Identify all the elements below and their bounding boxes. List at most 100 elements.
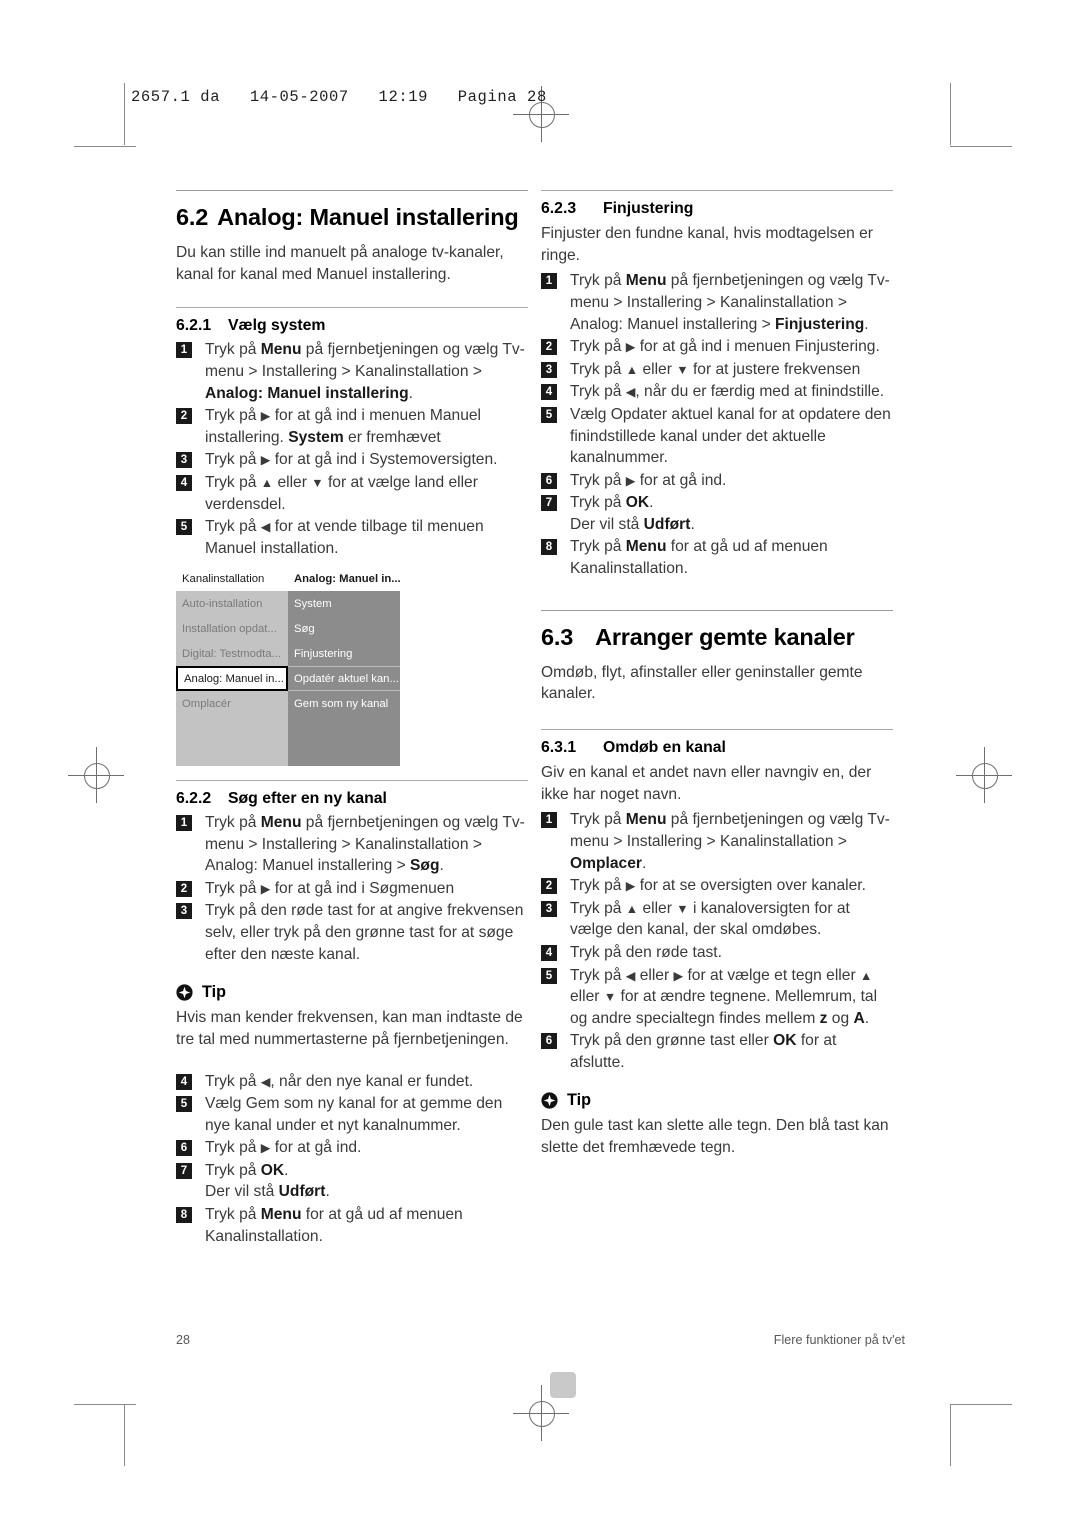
print-slug-line: 2657.1 da 14-05-2007 12:19 Pagina 28 [131, 88, 547, 106]
steps-6-2-2-a: 1 Tryk på Menu på fjernbetjeningen og væl… [176, 812, 528, 965]
step-number-badge: 4 [176, 474, 192, 491]
step-text: Tryk på OK. Der vil stå Udført. [205, 1161, 330, 1201]
step-item: 1 Tryk på Menu på fjernbetjeningen og væl… [541, 809, 893, 874]
tv-menu-right-item[interactable]: Finjustering [288, 641, 400, 666]
crop-mark-bottom-left-horizontal [74, 1404, 136, 1405]
step-number-badge: 3 [541, 900, 557, 917]
subsection-title: Vælg system [228, 317, 326, 335]
tip-icon [541, 1092, 558, 1110]
tv-menu-header-left: Kanalinstallation [176, 566, 288, 591]
step-text: Tryk på ▶ for at se oversigten over kana… [570, 877, 866, 895]
step-item: 6 Tryk på den grønne tast eller OK for at… [541, 1030, 893, 1073]
step-text: Tryk på ▶ for at gå ind i Systemoversigt… [205, 451, 498, 469]
footer-running-title: Flere funktioner på tv'et [773, 1333, 905, 1347]
tv-menu-right-item[interactable]: Søg [288, 616, 400, 641]
registration-mark-right [956, 747, 1012, 803]
tv-menu-left-item[interactable]: Auto-installation [176, 591, 288, 616]
tv-menu-left-item[interactable]: Digital: Testmodta... [176, 641, 288, 666]
step-item: 1 Tryk på Menu på fjernbetjeningen og væl… [541, 270, 893, 335]
tv-menu-right-item[interactable] [288, 741, 400, 766]
step-item: 2 Tryk på ▶ for at gå ind i menuen Finjus… [541, 336, 893, 358]
left-column-lower: 6.2.2 Søg efter en ny kanal 1 Tryk på Menu… [176, 780, 528, 1247]
step-text: Tryk på Menu på fjernbetjeningen og vælg… [205, 341, 525, 402]
step-text: Tryk på Menu for at gå ud af menuen Kana… [570, 538, 828, 578]
tv-menu-row: Analog: Manuel in... Opdatér aktuel kan..… [176, 666, 400, 691]
crop-mark-bottom-left-vertical [124, 1404, 125, 1466]
step-item: 6 Tryk på ▶ for at gå ind. [541, 470, 893, 492]
step-text: Tryk på den røde tast for at angive frek… [205, 902, 524, 963]
step-number-badge: 5 [176, 519, 192, 536]
tip-text-6-2-2: Hvis man kender frekvensen, kan man indt… [176, 1009, 523, 1048]
tip-header-6-3-1: Tip [541, 1091, 893, 1110]
step-number-badge: 3 [176, 452, 192, 469]
step-item: 4 Tryk på den røde tast. [541, 942, 893, 964]
step-item: 1 Tryk på Menu på fjernbetjeningen og væl… [176, 812, 528, 877]
tv-menu-left-item[interactable] [176, 716, 288, 741]
step-item: 5 Tryk på ◀ for at vende tilbage til menu… [176, 516, 528, 559]
step-text: Tryk på ▲ eller ▼ for at justere frekven… [570, 360, 861, 378]
step-text: Tryk på ▲ eller ▼ i kanaloversigten for … [570, 899, 850, 939]
step-number-badge: 4 [541, 384, 557, 401]
step-text: Tryk på ◀ eller ▶ for at vælge et tegn e… [570, 966, 878, 1027]
step-text: Tryk på ◀ for at vende tilbage til menue… [205, 518, 484, 557]
step-item: 2 Tryk på ▶ for at gå ind i menuen Manuel… [176, 405, 528, 448]
registration-mark-left [68, 747, 124, 803]
step-item: 8 Tryk på Menu for at gå ud af menuen Kan… [541, 536, 893, 579]
tv-menu-screenshot: Kanalinstallation Analog: Manuel in... A… [176, 566, 400, 766]
crop-mark-bottom-right-vertical [950, 1404, 951, 1466]
step-item: 4 Tryk på ◀, når du er færdig med at fini… [541, 381, 893, 403]
step-number-badge: 6 [541, 1033, 557, 1050]
subsection-rule-6-3-1 [541, 729, 893, 730]
subsection-intro-6-2-3: Finjuster den fundne kanal, hvis modtage… [541, 225, 873, 264]
step-item: 3 Tryk på ▶ for at gå ind i Systemoversig… [176, 449, 528, 471]
step-text: Tryk på ▲ eller ▼ for at vælge land elle… [205, 473, 478, 513]
step-item: 4 Tryk på ▲ eller ▼ for at vælge land ell… [176, 472, 528, 515]
tv-menu-right-item[interactable]: Gem som ny kanal [288, 691, 400, 716]
step-text: Tryk på OK. Der vil stå Udført. [570, 494, 695, 533]
section-title: Analog: Manuel installering [217, 204, 519, 230]
tip-text-6-3-1: Den gule tast kan slette alle tegn. Den … [541, 1117, 889, 1157]
step-text: Tryk på ▶ for at gå ind i Søgmenuen [205, 879, 455, 897]
tv-menu-selected-item[interactable]: Analog: Manuel in... [176, 666, 288, 691]
steps-6-3-1: 1 Tryk på Menu på fjernbetjeningen og væl… [541, 809, 893, 1073]
step-number-badge: 8 [541, 539, 557, 556]
section-intro-6-2: Du kan stille ind manuelt på analoge tv-… [176, 244, 504, 283]
right-column: 6.2.3 Finjustering Finjuster den fundne k… [541, 190, 893, 1159]
subsection-heading-6-2-2: 6.2.2 Søg efter en ny kanal [176, 790, 528, 808]
step-number-badge: 5 [541, 967, 557, 984]
step-text: Tryk på Menu på fjernbetjeningen og vælg… [570, 811, 890, 872]
steps-6-2-1: 1 Tryk på Menu på fjernbetjeningen og væl… [176, 339, 528, 559]
step-text: Vælg Gem som ny kanal for at gemme den n… [205, 1095, 503, 1134]
step-item: 5 Tryk på ◀ eller ▶ for at vælge et tegn … [541, 965, 893, 1030]
step-item: 3 Tryk på ▲ eller ▼ i kanaloversigten for… [541, 898, 893, 941]
step-number-badge: 1 [176, 815, 192, 831]
section-rule-6-3 [541, 609, 893, 611]
color-bar-chip [550, 1372, 576, 1398]
step-item: 2 Tryk på ▶ for at se oversigten over kan… [541, 875, 893, 897]
step-text: Tryk på Menu for at gå ud af menuen Kana… [205, 1206, 463, 1245]
step-number-badge: 2 [541, 878, 557, 895]
tv-menu-right-item[interactable]: System [288, 591, 400, 616]
step-item: 4 Tryk på ◀, når den nye kanal er fundet. [176, 1071, 528, 1093]
step-item: 8 Tryk på Menu for at gå ud af menuen Kan… [176, 1204, 528, 1247]
step-text: Tryk på ▶ for at gå ind. [205, 1139, 362, 1157]
tv-menu-left-item[interactable] [176, 741, 288, 766]
tv-menu-row: Omplacér Gem som ny kanal [176, 691, 400, 716]
tv-menu-right-item[interactable]: Opdatér aktuel kan... [288, 666, 400, 691]
step-item: 5 Vælg Opdater aktuel kanal for at opdate… [541, 404, 893, 469]
tv-menu-header-row: Kanalinstallation Analog: Manuel in... [176, 566, 400, 591]
step-text: Vælg Opdater aktuel kanal for at opdater… [570, 405, 891, 467]
step-number-badge: 4 [176, 1073, 192, 1090]
step-number-badge: 6 [541, 472, 557, 489]
tv-menu-left-item[interactable]: Omplacér [176, 691, 288, 716]
subsection-title: Omdøb en kanal [603, 739, 726, 756]
step-number-badge: 1 [176, 342, 192, 359]
subsection-intro-6-3-1: Giv en kanal et andet navn eller navngiv… [541, 764, 872, 803]
tv-menu-right-item[interactable] [288, 716, 400, 741]
tv-menu-left-item[interactable]: Installation opdat... [176, 616, 288, 641]
step-text: Tryk på ▶ for at gå ind. [570, 471, 727, 489]
section-number: 6.3 [541, 623, 574, 650]
subsection-rule-6-2-2 [176, 780, 528, 781]
step-number-badge: 4 [541, 944, 557, 961]
step-text: Tryk på ◀, når den nye kanal er fundet. [205, 1072, 474, 1090]
